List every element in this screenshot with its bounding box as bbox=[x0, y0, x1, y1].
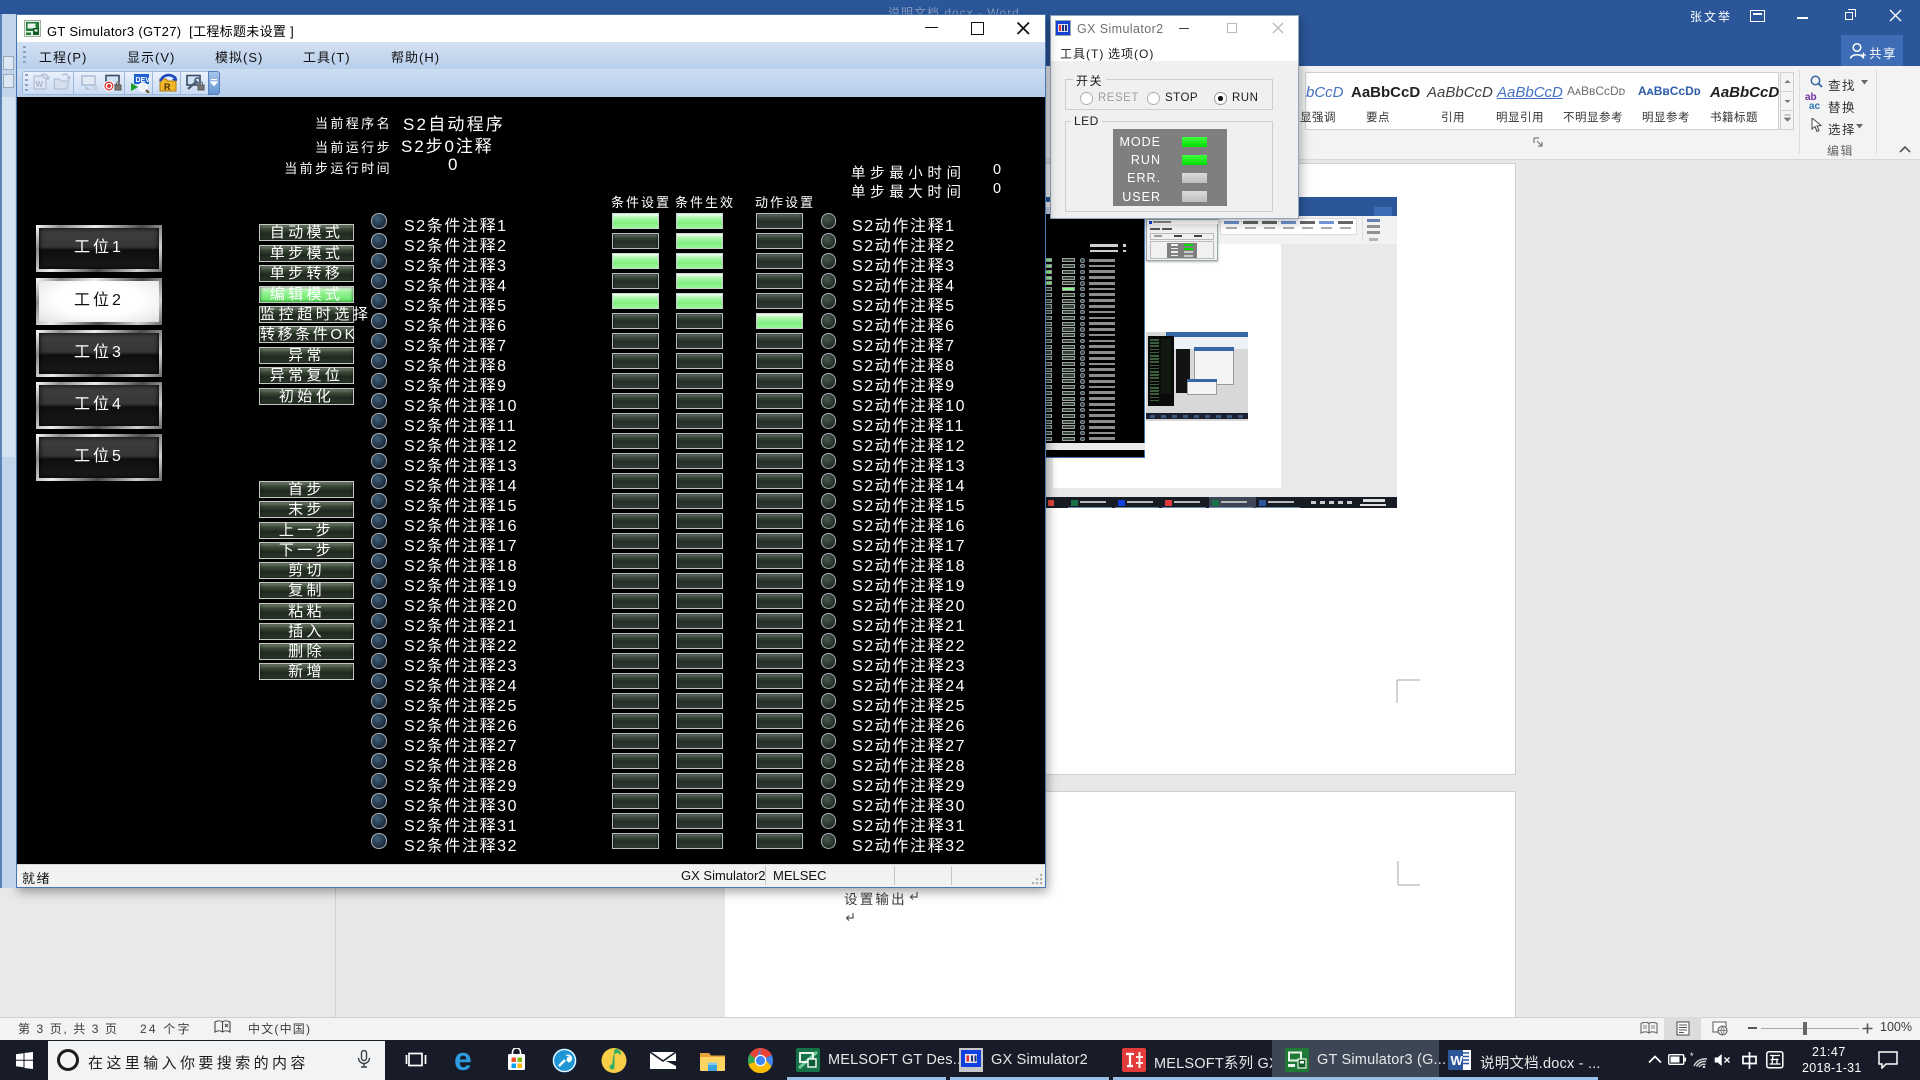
svg-text:W: W bbox=[36, 80, 44, 89]
svg-text:R: R bbox=[164, 82, 171, 92]
svg-text:W: W bbox=[1451, 1053, 1464, 1068]
svg-text:*: * bbox=[1690, 1052, 1694, 1061]
